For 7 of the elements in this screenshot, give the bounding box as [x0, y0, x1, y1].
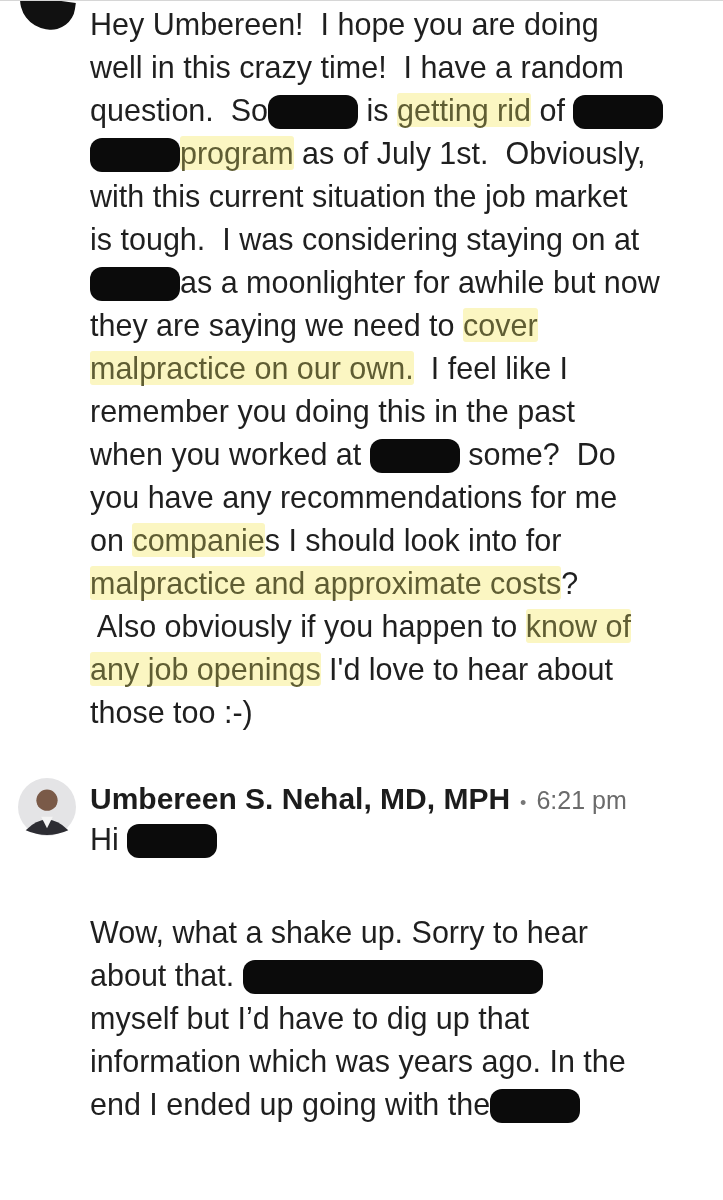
sender-name[interactable]: Umbereen S. Nehal, MD, MPH	[90, 782, 511, 816]
message-text: Wow, what a shake up. Sorry to hear about that. myself but I’d have to dig up that information which was years ago. In the end I ended up going with the	[90, 914, 627, 1125]
message-text: Hi	[90, 818, 723, 861]
avatar[interactable]	[18, 778, 76, 836]
message-time: 6:21 pm	[536, 786, 627, 815]
separator-dot: •	[520, 793, 527, 814]
message-text: Hey Umbereen! I hope you are doing well in this crazy time! I have a random question. So is getting rid of program as of July 1st. Obviously, with this current situation the job market is tough. I was considering staying on at as a moonlighter for awhile but now they are saying we need to cover malpractice on our own. I feel like I remember you doing this in the past when you worked at some? Do you have any recommendations for me on companies I should look into for malpractice and approximate costs? Also obviously if you happen to know of any job openings I'd love to hear about those too :-)	[90, 3, 723, 734]
